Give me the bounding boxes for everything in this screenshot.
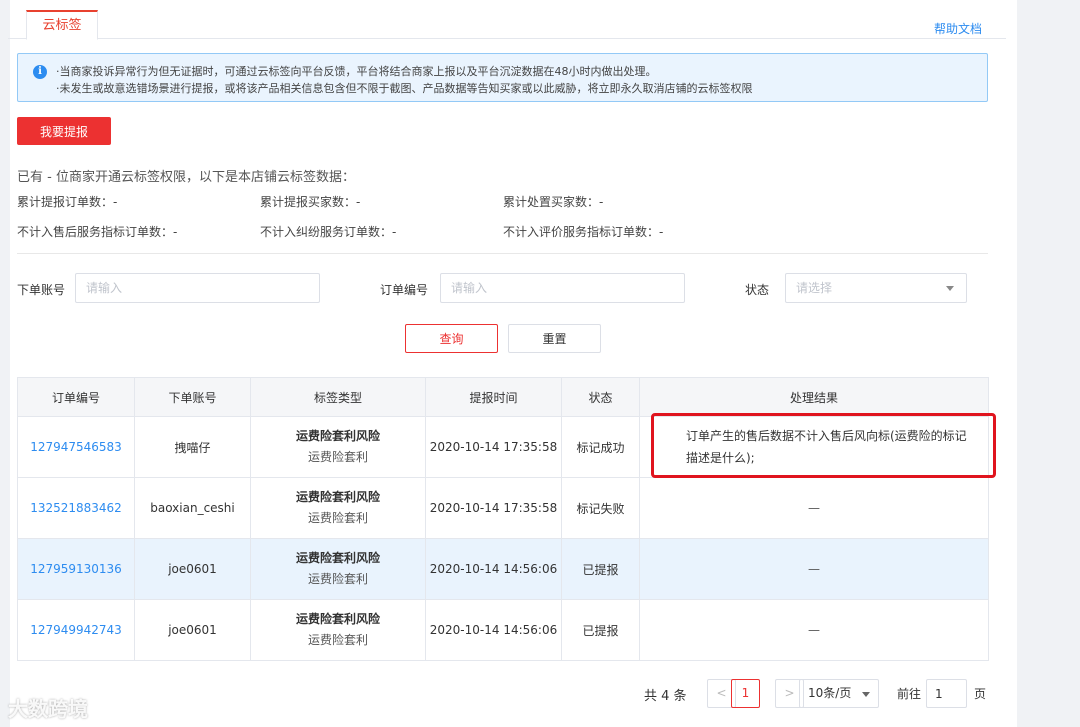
watermark-logo: 大数跨境 (8, 697, 88, 721)
pagination-total: 共 4 条 (644, 689, 687, 704)
tab-bar: 云标签 帮助文档 (8, 8, 1006, 40)
info-icon: i (33, 65, 47, 79)
result-text: — (808, 501, 820, 515)
tag-cell: 运费险套利风险 运费险套利 (250, 599, 426, 661)
result-text: — (808, 623, 820, 637)
order-link[interactable]: 127959130136 (30, 562, 122, 576)
result-text: — (808, 562, 820, 576)
header-result: 处理结果 (639, 377, 989, 417)
order-link[interactable]: 127949942743 (30, 623, 122, 637)
status-label: 状态 (745, 283, 770, 297)
status-select[interactable]: 请选择 (785, 273, 967, 303)
account-label: 下单账号 (17, 283, 66, 297)
order-link[interactable]: 132521883462 (30, 501, 122, 515)
right-gutter (1017, 0, 1080, 727)
status-cell: 已提报 (561, 538, 640, 600)
alert-line-2: ·未发生或故意选错场景进行提报，或将该产品相关信息包含但不限于截图、产品数据等告… (56, 82, 753, 95)
page-size-value: 10条/页 (808, 686, 852, 700)
result-cell: — (639, 599, 989, 661)
page-number-current[interactable]: 1 (731, 679, 760, 708)
time-cell: 2020-10-14 14:56:06 (425, 538, 562, 600)
result-cell: — (639, 538, 989, 600)
time-cell: 2020-10-14 17:35:58 (425, 477, 562, 539)
status-placeholder: 请选择 (796, 281, 833, 295)
goto-page-input[interactable] (926, 679, 967, 708)
result-cell: — (639, 477, 989, 539)
report-table: 订单编号 下单账号 标签类型 提报时间 状态 处理结果 127947546583… (17, 377, 989, 661)
stat-handled-buyers: 累计处置买家数：- (503, 195, 604, 209)
stats-title: 已有 - 位商家开通云标签权限，以下是本店铺云标签数据： (17, 170, 355, 185)
header-tag: 标签类型 (250, 377, 426, 417)
report-button[interactable]: 我要提报 (17, 117, 111, 145)
table-header: 订单编号 下单账号 标签类型 提报时间 状态 处理结果 (17, 377, 989, 417)
chevron-down-icon (862, 692, 870, 697)
account-cell: baoxian_ceshi (134, 477, 251, 539)
account-cell: joe0601 (134, 599, 251, 661)
tag-cell: 运费险套利风险 运费险套利 (250, 477, 426, 539)
time-cell: 2020-10-14 17:35:58 (425, 416, 562, 478)
account-cell: joe0601 (134, 538, 251, 600)
help-docs-link[interactable]: 帮助文档 (934, 20, 982, 37)
order-link[interactable]: 127947546583 (30, 440, 122, 454)
header-account: 下单账号 (134, 377, 251, 417)
stat-dispute-excluded: 不计入纠纷服务订单数：- (260, 225, 397, 239)
account-cell: 拽喵仔 (134, 416, 251, 478)
tag-cell: 运费险套利风险 运费险套利 (250, 416, 426, 478)
header-order: 订单编号 (17, 377, 135, 417)
table-row: 127959130136 joe0601 运费险套利风险 运费险套利 2020-1… (17, 538, 989, 600)
tab-cloud-tag[interactable]: 云标签 (26, 10, 98, 40)
page-size-select[interactable]: 10条/页 (799, 679, 879, 708)
time-cell: 2020-10-14 14:56:06 (425, 599, 562, 661)
result-cell: 订单产生的售后数据不计入售后风向标(运费险的标记描述是什么); (639, 416, 989, 478)
alert-line-1: ·当商家投诉异常行为但无证据时，可通过云标签向平台反馈，平台将结合商家上报以及平… (56, 65, 657, 78)
stat-review-excluded: 不计入评价服务指标订单数：- (503, 225, 664, 239)
goto-label: 前往 (897, 687, 922, 701)
tag-sub: 运费险套利 (307, 633, 368, 647)
tag-sub: 运费险套利 (307, 450, 368, 464)
reset-button[interactable]: 重置 (508, 324, 601, 353)
header-time: 提报时间 (425, 377, 562, 417)
tag-main: 运费险套利风险 (295, 612, 380, 626)
header-status: 状态 (561, 377, 640, 417)
table-row: 132521883462 baoxian_ceshi 运费险套利风险 运费险套利 … (17, 477, 989, 539)
stat-reported-orders: 累计提报订单数：- (17, 195, 118, 209)
status-cell: 标记失败 (561, 477, 640, 539)
order-input[interactable] (440, 273, 685, 303)
result-text: 订单产生的售后数据不计入售后风向标(运费险的标记描述是什么); (686, 429, 967, 465)
query-button[interactable]: 查询 (405, 324, 498, 353)
table-row: 127949942743 joe0601 运费险套利风险 运费险套利 2020-1… (17, 599, 989, 661)
status-cell: 标记成功 (561, 416, 640, 478)
stat-reported-buyers: 累计提报买家数：- (260, 195, 361, 209)
table-row: 127947546583 拽喵仔 运费险套利风险 运费险套利 2020-10-14… (17, 416, 989, 478)
info-alert: i ·当商家投诉异常行为但无证据时，可通过云标签向平台反馈，平台将结合商家上报以… (17, 53, 988, 102)
order-label: 订单编号 (380, 283, 429, 297)
divider (17, 253, 988, 254)
tag-main: 运费险套利风险 (295, 551, 380, 565)
tag-main: 运费险套利风险 (295, 429, 380, 443)
stat-aftersale-excluded: 不计入售后服务指标订单数：- (17, 225, 178, 239)
chevron-down-icon (946, 286, 954, 291)
status-cell: 已提报 (561, 599, 640, 661)
account-input[interactable] (75, 273, 320, 303)
tag-cell: 运费险套利风险 运费险套利 (250, 538, 426, 600)
tag-sub: 运费险套利 (307, 572, 368, 586)
tag-main: 运费险套利风险 (295, 490, 380, 504)
goto-unit: 页 (974, 687, 987, 701)
tag-sub: 运费险套利 (307, 511, 368, 525)
